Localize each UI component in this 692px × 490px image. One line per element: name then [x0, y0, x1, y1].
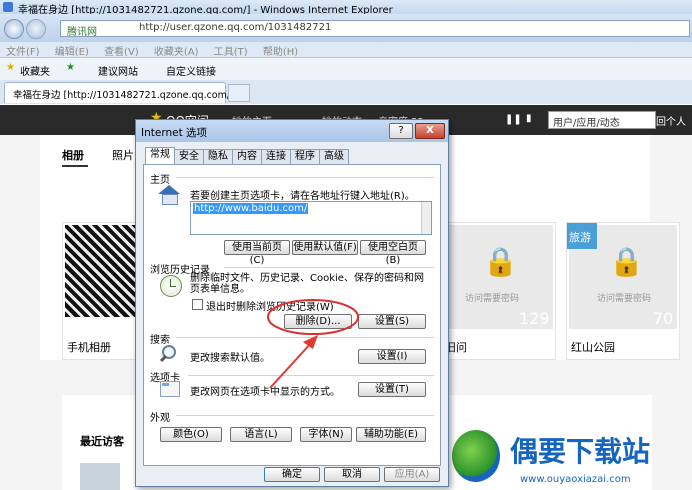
highlight-circle	[267, 299, 359, 335]
annotation-overlay	[267, 299, 359, 389]
annotation-arrow-head	[303, 335, 318, 349]
annotation-arrow-shaft	[269, 341, 313, 389]
